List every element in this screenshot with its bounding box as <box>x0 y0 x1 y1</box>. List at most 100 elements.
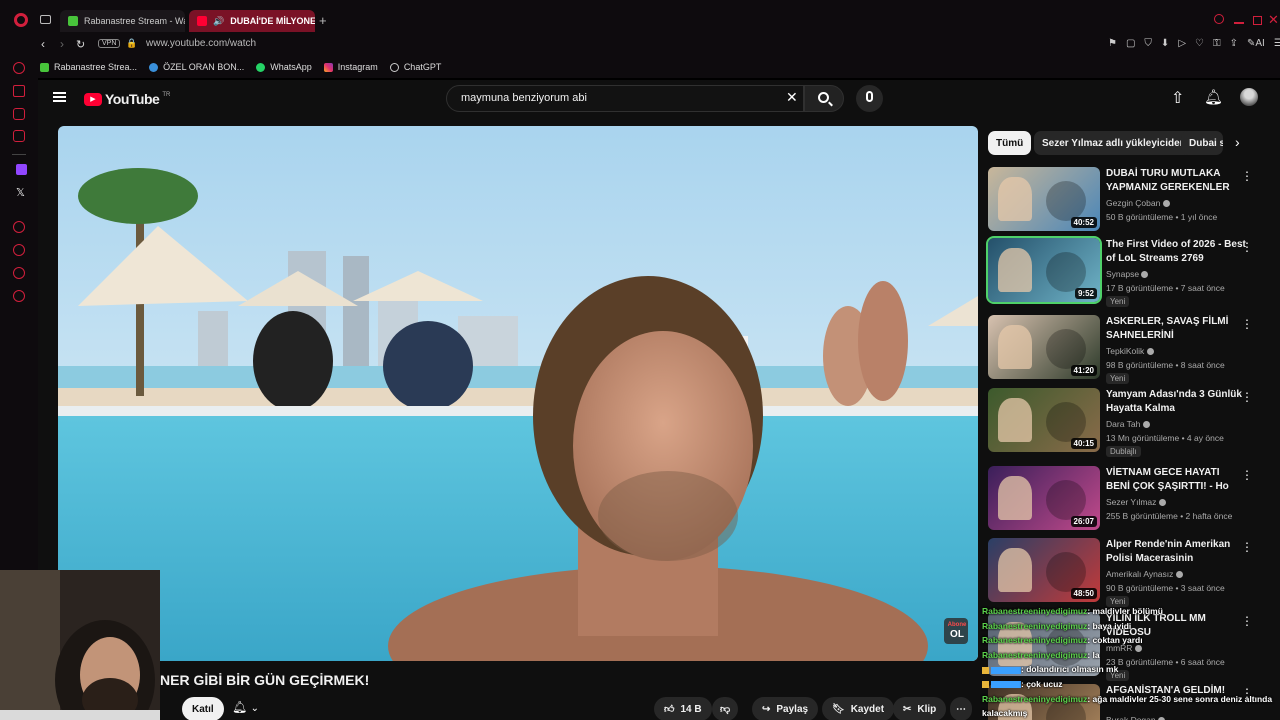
bookmark-chatgpt[interactable]: ChatGPT <box>389 62 441 72</box>
search-input[interactable]: maymuna benziyorum abi <box>446 85 804 112</box>
player-icon[interactable] <box>13 130 25 142</box>
more-vertical-icon[interactable]: ⋮ <box>1241 240 1253 254</box>
notifications-bell-icon[interactable]: 🔔︎ <box>1204 88 1223 106</box>
video-thumbnail[interactable]: 26:07 <box>988 466 1100 530</box>
history-icon[interactable] <box>13 244 25 256</box>
ai-icon[interactable]: ✎AI <box>1247 38 1265 49</box>
clear-search-icon[interactable]: ✕ <box>786 89 798 106</box>
chip-dubai[interactable]: Dubai s <box>1181 131 1223 155</box>
clip-button[interactable]: ✂ Klip <box>893 697 947 720</box>
video-player[interactable]: Abone OL <box>58 126 978 661</box>
like-button[interactable]: 👍︎ 14 B <box>654 697 712 720</box>
save-button[interactable]: 🔖︎ Kaydet <box>822 697 895 720</box>
reload-icon[interactable]: ↻ <box>76 38 85 51</box>
vpn-badge[interactable]: VPN <box>98 39 121 48</box>
wallet-icon[interactable]: ⚿ <box>1213 38 1221 49</box>
chat-username[interactable]: Rabanestreeninyedigimuz <box>982 650 1087 660</box>
share-icon[interactable]: ⇪ <box>1230 38 1238 49</box>
more-vertical-icon[interactable]: ⋮ <box>1241 169 1253 183</box>
channel-name[interactable]: Gezgin Çoban <box>1106 198 1170 208</box>
play-icon[interactable]: ▷ <box>1178 38 1186 49</box>
pin-icon[interactable]: ⚑ <box>1108 38 1117 49</box>
sidebar-extension-icon-1[interactable] <box>13 221 25 233</box>
bookmark-instagram[interactable]: Instagram <box>323 62 378 72</box>
bookmark-rabanastree[interactable]: Rabanastree Strea... <box>40 62 137 72</box>
channel-name[interactable]: Amerikalı Aynasız <box>1106 569 1183 579</box>
more-vertical-icon[interactable]: ⋮ <box>1241 390 1253 404</box>
tab-youtube-active[interactable]: 🔊 DUBAİ'DE MİLYONER <box>189 10 315 32</box>
video-title[interactable]: The First Video of 2026 - Best of LoL St… <box>1106 238 1246 266</box>
chat-username-hidden[interactable] <box>991 666 1021 674</box>
maximize-icon[interactable] <box>1253 16 1262 25</box>
channel-name[interactable]: TepkiKolik <box>1106 346 1154 356</box>
chat-username[interactable]: Rabanestreeninyedigimuz <box>982 621 1087 631</box>
messenger-icon[interactable] <box>13 108 25 120</box>
video-thumbnail[interactable]: 40:15 <box>988 388 1100 452</box>
snapshot-icon[interactable]: ▢ <box>1126 38 1135 49</box>
video-thumbnail[interactable]: 41:20 <box>988 315 1100 379</box>
video-thumbnail[interactable]: 40:52 <box>988 167 1100 231</box>
join-button[interactable]: Katıl <box>182 697 224 720</box>
recommended-video[interactable]: 48:50 Alper Rende'nin Amerikan Polisi Mac… <box>988 538 1263 607</box>
new-tab-button[interactable]: + <box>319 13 327 28</box>
upload-icon[interactable]: ⇧ <box>1171 88 1184 108</box>
video-title[interactable]: DUBAİ TURU MUTLAKA YAPMANIZ GEREKENLER <box>1106 167 1246 195</box>
video-thumbnail[interactable]: 48:50 <box>988 538 1100 602</box>
chat-username[interactable]: Rabanestreeninyedigimuz <box>982 606 1087 616</box>
recommended-video[interactable]: 26:07 VİETNAM GECE HAYATI BENİ ÇOK ŞAŞIRT… <box>988 466 1263 532</box>
chip-all[interactable]: Tümü <box>988 131 1032 155</box>
minimize-icon[interactable] <box>1234 22 1244 24</box>
heart-icon[interactable]: ♡ <box>1195 38 1204 49</box>
crypto-wallet-icon[interactable] <box>13 85 25 97</box>
channel-name[interactable]: Sezer Yılmaz <box>1106 497 1166 507</box>
voice-search-button[interactable] <box>856 85 883 112</box>
notification-bell-dropdown[interactable]: 🔔︎ ⌄ <box>232 700 259 714</box>
share-button[interactable]: ↪ Paylaş <box>752 697 819 720</box>
shield-icon[interactable]: ⛉ <box>1144 38 1152 49</box>
search-button[interactable] <box>804 85 844 112</box>
menu-icon[interactable]: ☰ <box>1274 38 1280 49</box>
chip-from-uploader[interactable]: Sezer Yılmaz adlı yükleyiciden <box>1034 131 1194 155</box>
recommended-video[interactable]: 40:52 DUBAİ TURU MUTLAKA YAPMANIZ GEREKEN… <box>988 167 1263 233</box>
video-title[interactable]: ASKERLER, SAVAŞ FİLMİ SAHNELERİNİ YORUML… <box>1106 315 1246 343</box>
more-vertical-icon[interactable]: ⋮ <box>1241 317 1253 331</box>
sidebar-extension-icon-2[interactable] <box>13 267 25 279</box>
bookmark-ozel-oran[interactable]: ÖZEL ORAN BON... <box>149 62 244 72</box>
hamburger-menu-icon[interactable] <box>53 92 66 102</box>
chat-username[interactable]: Rabanestreeninyedigimuz <box>982 635 1087 645</box>
channel-name[interactable]: Burak Dogan <box>1106 715 1165 720</box>
channel-name[interactable]: Dara Tah <box>1106 419 1150 429</box>
bookmark-whatsapp[interactable]: WhatsApp <box>256 62 312 72</box>
youtube-logo[interactable]: ▶ YouTube TR <box>84 91 170 107</box>
subscribe-watermark[interactable]: Abone OL <box>945 620 969 640</box>
chips-next-chevron-icon[interactable]: › <box>1235 134 1240 150</box>
settings-icon[interactable] <box>13 290 25 302</box>
workspaces-icon[interactable] <box>40 15 51 24</box>
opera-logo-icon[interactable] <box>14 13 28 27</box>
video-title[interactable]: VİETNAM GECE HAYATI BENİ ÇOK ŞAŞIRTTI! -… <box>1106 466 1246 494</box>
x-twitter-icon[interactable]: 𝕏 <box>16 186 25 199</box>
more-vertical-icon[interactable]: ⋮ <box>1241 614 1253 628</box>
search-tabs-icon[interactable] <box>1214 14 1224 24</box>
download-icon[interactable]: ⬇ <box>1161 38 1169 49</box>
video-title[interactable]: Alper Rende'nin Amerikan Polisi Macerasi… <box>1106 538 1246 566</box>
tab-rabanastree[interactable]: Rabanastree Stream - Wa <box>60 10 185 32</box>
more-vertical-icon[interactable]: ⋮ <box>1241 468 1253 482</box>
chat-username-hidden[interactable] <box>991 681 1021 689</box>
recommended-video[interactable]: 9:52 The First Video of 2026 - Best of Lo… <box>986 236 1263 307</box>
url-field[interactable]: www.youtube.com/watch <box>146 38 256 49</box>
recommended-video[interactable]: 41:20 ASKERLER, SAVAŞ FİLMİ SAHNELERİNİ Y… <box>988 315 1263 384</box>
dislike-button[interactable]: 👎︎ <box>712 697 739 720</box>
channel-name[interactable]: Synapse <box>1106 269 1149 279</box>
recommended-video[interactable]: 40:15 Yamyam Adası'nda 3 Günlük Hayatta K… <box>988 388 1263 457</box>
more-actions-button[interactable]: ⋯ <box>950 697 972 720</box>
forward-icon[interactable]: › <box>60 37 64 51</box>
avatar[interactable] <box>1240 88 1258 106</box>
chat-username[interactable]: Rabanestreeninyedigimuz <box>982 694 1087 704</box>
twitch-icon[interactable] <box>16 164 27 175</box>
more-vertical-icon[interactable]: ⋮ <box>1241 540 1253 554</box>
back-icon[interactable]: ‹ <box>41 37 45 51</box>
close-window-icon[interactable]: ✕ <box>1268 12 1279 28</box>
video-thumbnail[interactable]: 9:52 <box>986 236 1102 304</box>
video-title[interactable]: Yamyam Adası'nda 3 Günlük Hayatta Kalma <box>1106 388 1246 416</box>
